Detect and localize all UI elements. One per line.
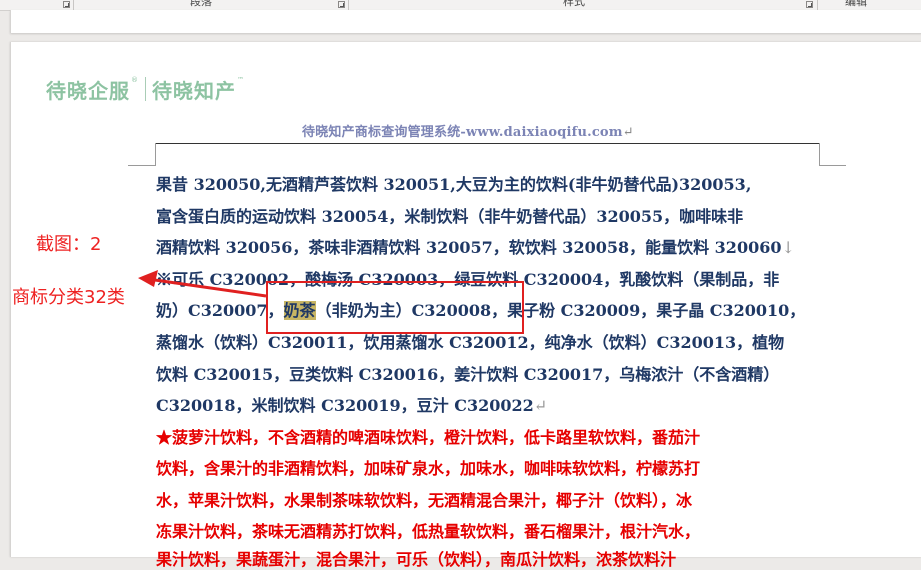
line-text: 冻果汁饮料，茶味无酒精苏打饮料，低热量软饮料，番石榴果汁，根汁汽水， — [156, 522, 701, 541]
highlight-box — [266, 281, 524, 334]
logo-divider — [145, 77, 146, 101]
ribbon-separator — [348, 0, 349, 10]
header-rule — [155, 143, 819, 144]
body-line-red[interactable]: ★菠萝汁饮料，不含酒精的啤酒味饮料，橙汁饮料，低卡路里软饮料，番茄汁 — [156, 428, 824, 448]
body-line-red[interactable]: 冻果汁饮料，茶味无酒精苏打饮料，低热量软饮料，番石榴果汁，根汁汽水， — [156, 522, 824, 542]
body-line[interactable]: 饮料 C320015，豆类饮料 C320016，姜汁饮料 C320017，乌梅浓… — [156, 365, 824, 385]
trademark-icon: ™ — [237, 76, 245, 84]
registered-mark-icon: ® — [131, 76, 139, 84]
body-line[interactable]: C320018，米制饮料 C320019，豆汁 C320022↵ — [156, 396, 824, 416]
margin-mark-left — [128, 165, 156, 166]
paragraph-mark-icon: ↵ — [622, 125, 634, 140]
margin-mark-right — [819, 165, 846, 166]
brand-logo: 待晓企服 ® 待晓知产 ™ — [46, 75, 245, 105]
line-text: 果昔 320050,无酒精芦荟饮料 320051,大豆为主的饮料(非牛奶替代品)… — [156, 175, 752, 194]
font-dialog-launcher-icon[interactable] — [63, 1, 70, 8]
header-text: 待晓知产商标查询管理系统-www.daixiaoqifu.com — [302, 125, 623, 140]
ribbon-separator — [73, 0, 74, 10]
manual-line-break-icon: ↓ — [781, 238, 795, 257]
line-text: 饮料 C320015，豆类饮料 C320016，姜汁饮料 C320017，乌梅浓… — [156, 365, 780, 384]
body-line-red[interactable]: 水，苹果汁饮料，水果制茶味软饮料，无酒精混合果汁，椰子汁（饮料），冰 — [156, 491, 824, 511]
line-text: 富含蛋白质的运动饮料 320054，米制饮料（非牛奶替代品）320055，咖啡味… — [156, 207, 744, 226]
ribbon-group-styles: 样式 — [563, 0, 585, 8]
paragraph-mark-icon: ↵ — [533, 396, 548, 415]
ribbon-separator — [817, 0, 818, 10]
margin-mark-left — [155, 143, 156, 165]
previous-page — [10, 10, 921, 33]
styles-dialog-launcher-icon[interactable] — [806, 1, 813, 8]
body-line[interactable]: 果昔 320050,无酒精芦荟饮料 320051,大豆为主的饮料(非牛奶替代品)… — [156, 175, 824, 195]
line-text: ★菠萝汁饮料，不含酒精的啤酒味饮料，橙汁饮料，低卡路里软饮料，番茄汁 — [156, 428, 701, 447]
pointer-arrow-icon — [138, 270, 267, 298]
brand-name-b: 待晓知产 — [152, 79, 236, 103]
line-text: C320018，米制饮料 C320019，豆汁 C320022 — [156, 396, 534, 415]
line-text: 酒精饮料 320056，茶味非酒精饮料 320057，软饮料 320058，能量… — [156, 238, 782, 257]
line-text: 果汁饮料，果蔬蛋汁，混合果汁，可乐（饮料），南瓜汁饮料，浓茶饮料汁 — [156, 550, 677, 569]
body-line[interactable]: 酒精饮料 320056，茶味非酒精饮料 320057，软饮料 320058，能量… — [156, 238, 824, 258]
line-text: 饮料，含果汁的非酒精饮料，加味矿泉水，加味水，咖啡味软饮料，柠檬苏打 — [156, 459, 701, 478]
class-label: 商标分类32类 — [12, 287, 125, 308]
line-text: 奶）C320007， — [156, 301, 284, 320]
body-line-red[interactable]: 饮料，含果汁的非酒精饮料，加味矿泉水，加味水，咖啡味软饮料，柠檬苏打 — [156, 459, 824, 479]
screenshot-label: 截图：2 — [36, 234, 102, 255]
body-line[interactable]: 富含蛋白质的运动饮料 320054，米制饮料（非牛奶替代品）320055，咖啡味… — [156, 207, 824, 227]
body-line-red[interactable]: 果汁饮料，果蔬蛋汁，混合果汁，可乐（饮料），南瓜汁饮料，浓茶饮料汁 — [156, 550, 824, 570]
paragraph-dialog-launcher-icon[interactable] — [338, 1, 345, 8]
margin-mark-right — [819, 143, 820, 165]
line-text: 水，苹果汁饮料，水果制茶味软饮料，无酒精混合果汁，椰子汁（饮料），冰 — [156, 491, 693, 510]
ribbon-group-paragraph: 段落 — [190, 0, 212, 8]
ribbon-group-editing: 编辑 — [845, 0, 867, 8]
brand-name-a: 待晓企服 — [46, 79, 130, 103]
line-text: 蒸馏水（饮料）C320011，饮用蒸馏水 C320012，纯净水（饮料）C320… — [156, 333, 785, 352]
body-line[interactable]: 蒸馏水（饮料）C320011，饮用蒸馏水 C320012，纯净水（饮料）C320… — [156, 333, 824, 353]
page-header[interactable]: 待晓知产商标查询管理系统-www.daixiaoqifu.com↵ — [302, 121, 634, 140]
